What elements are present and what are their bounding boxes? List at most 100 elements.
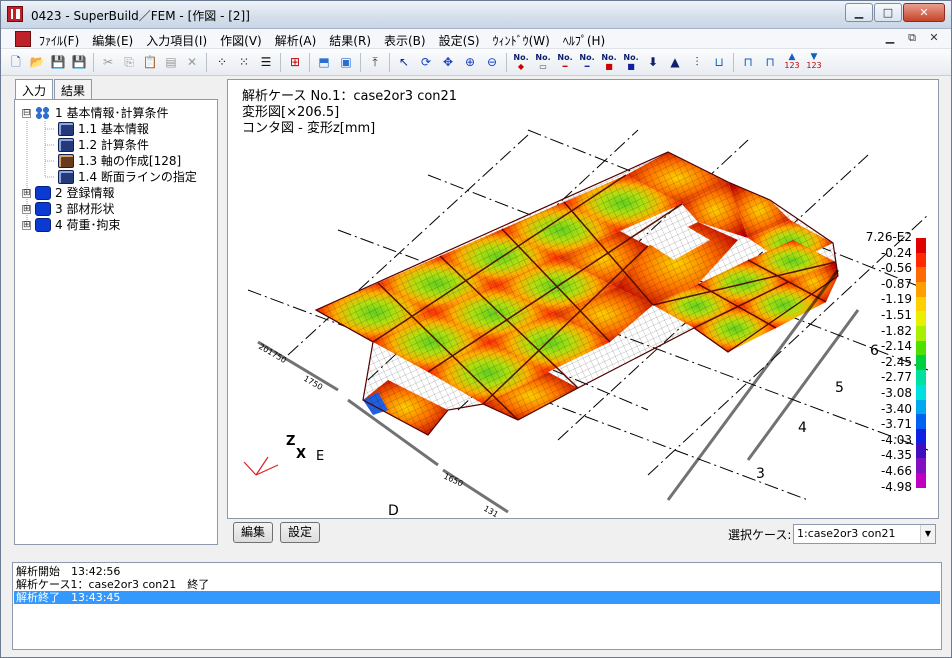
legend-value: 7.26-E2 — [865, 230, 912, 244]
layers-icon[interactable]: ☰ — [257, 53, 275, 71]
section-mark-icon: ■ — [605, 62, 613, 71]
axis-line-icon[interactable]: ⫶ — [688, 53, 706, 71]
new-file-icon[interactable]: 🗋 — [7, 53, 25, 71]
member-number-icon[interactable]: No. ━ — [556, 53, 574, 71]
toolbar-separator — [360, 53, 361, 72]
legend-value: -2.77 — [880, 370, 912, 385]
mdi-minimize-button[interactable]: ▁ — [881, 31, 899, 46]
maximize-button[interactable]: □ — [874, 3, 902, 22]
tab-results[interactable]: 結果 — [54, 79, 93, 99]
legend-value: -4.66 — [880, 464, 912, 478]
tree-panel: ⊟ 1 基本情報･計算条件 1.1 基本情報 1.2 計算条件 1.3 軸の作成… — [14, 99, 218, 545]
mdi-restore-button[interactable]: ⧉ — [903, 31, 921, 46]
box-view-icon[interactable]: ▣ — [337, 53, 355, 71]
menu-file[interactable]: ﾌｧｲﾙ(F) — [39, 32, 79, 49]
legend-swatch — [916, 384, 926, 400]
open-folder-icon[interactable]: 📂 — [28, 53, 46, 71]
paste-icon[interactable]: 📋 — [141, 53, 159, 71]
close-button[interactable]: ✕ — [903, 3, 945, 22]
menu-analysis[interactable]: 解析(A) — [275, 32, 317, 49]
dimension-right-icon[interactable]: ⊓ — [761, 53, 779, 71]
legend-swatch — [916, 370, 926, 386]
svg-text:3: 3 — [756, 466, 765, 482]
menu-input-items[interactable]: 入力項目(I) — [146, 32, 207, 49]
member-mark-icon: ━ — [562, 62, 568, 71]
paste-special-icon[interactable]: ▤ — [162, 53, 180, 71]
tree-node-registration[interactable]: ⊞ 2 登録情報 — [22, 185, 114, 201]
legend-value: -2.14 — [880, 339, 912, 354]
fit-view-icon[interactable]: ⤒ — [366, 53, 384, 71]
rotate-icon[interactable]: ⟳ — [417, 53, 435, 71]
menu-view[interactable]: 表示(B) — [384, 32, 426, 49]
node-number-icon[interactable]: No. ◆ — [512, 53, 530, 71]
tree-node-basic-info[interactable]: 1.1 基本情報 — [58, 121, 149, 137]
save-as-icon[interactable]: 💾 — [70, 53, 88, 71]
message-log[interactable]: 解析開始 13:42:56 解析ケース1：case2or3 con21 終了 解… — [12, 562, 942, 650]
pan-icon[interactable]: ✥ — [439, 53, 457, 71]
mdi-controls: ▁ ⧉ ✕ — [877, 31, 943, 46]
blue-block-icon — [35, 218, 51, 232]
delete-icon[interactable]: ✕ — [183, 53, 201, 71]
tree-node-label: 3 部材形状 — [55, 202, 115, 216]
legend-value: -1.51 — [880, 308, 912, 322]
toolbar-separator — [733, 53, 734, 72]
number-down-icon[interactable]: ▼ 123 — [805, 53, 823, 71]
menu-results[interactable]: 結果(R) — [329, 32, 371, 49]
app-icon[interactable] — [7, 6, 23, 22]
legend-swatch — [916, 267, 926, 283]
grid-large-icon[interactable]: ⁙ — [235, 53, 253, 71]
log-line-selected[interactable]: 解析終了 13:43:45 — [14, 591, 940, 604]
support-number-icon[interactable]: No. ■ — [622, 53, 640, 71]
tree-node-load-constraint[interactable]: ⊞ 4 荷重･拘束 — [22, 217, 120, 233]
expand-icon[interactable]: ⊞ — [22, 188, 31, 198]
zoom-out-icon[interactable]: ⊖ — [483, 53, 501, 71]
menu-draw[interactable]: 作図(V) — [220, 32, 262, 49]
zoom-in-icon[interactable]: ⊕ — [461, 53, 479, 71]
legend-value: -4.98 — [880, 479, 912, 494]
tree-node-section-lines[interactable]: 1.4 断面ラインの指定 — [58, 169, 197, 185]
element-mark-icon: ▭ — [539, 62, 547, 71]
tree-node-axis-creation[interactable]: 1.3 軸の作成[128] — [58, 153, 181, 169]
document-icon[interactable] — [15, 31, 31, 47]
tree-node-basic-conditions[interactable]: ⊟ 1 基本情報･計算条件 — [22, 105, 168, 121]
copy-icon[interactable]: ⎘ — [120, 53, 138, 71]
grid-small-icon[interactable]: ⁘ — [213, 53, 231, 71]
bracket-icon[interactable]: ⊔ — [710, 53, 728, 71]
constraint-triangle-icon[interactable]: ▲ — [666, 53, 684, 71]
svg-text:4: 4 — [798, 420, 807, 436]
save-icon[interactable]: 💾 — [49, 53, 67, 71]
select-pointer-icon[interactable]: ↖ — [395, 53, 413, 71]
dimension-left-icon[interactable]: ⊓ — [739, 53, 757, 71]
number-up-icon[interactable]: ▲ 123 — [783, 53, 801, 71]
menu-help[interactable]: ﾍﾙﾌﾟ(H) — [563, 32, 605, 49]
section-number-icon[interactable]: No. ■ — [600, 53, 618, 71]
collapse-icon[interactable]: ⊟ — [22, 108, 31, 118]
expand-icon[interactable]: ⊞ — [22, 220, 31, 230]
frame-grid-icon[interactable]: ⊞ — [286, 53, 304, 71]
line-number-icon[interactable]: No. ━ — [578, 53, 596, 71]
tab-input[interactable]: 入力 — [15, 79, 54, 100]
contour-type-text: コンタ図 - 変形z[mm] — [242, 121, 376, 136]
load-arrow-icon[interactable]: ⬇ — [644, 53, 662, 71]
tree-node-calc-conditions[interactable]: 1.2 計算条件 — [58, 137, 149, 153]
document-icon — [58, 170, 74, 184]
menu-edit[interactable]: 編集(E) — [92, 32, 133, 49]
menu-items: ﾌｧｲﾙ(F) 編集(E) 入力項目(I) 作図(V) 解析(A) 結果(R) … — [39, 32, 618, 49]
drawing-canvas[interactable]: 201750 1750 1650 131 D 3 4 5 6 Z X E 解析ケ… — [227, 79, 939, 519]
expand-icon[interactable]: ⊞ — [22, 204, 31, 214]
legend-swatch — [916, 399, 926, 415]
tree-node-member-shape[interactable]: ⊞ 3 部材形状 — [22, 201, 114, 217]
settings-button[interactable]: 設定 — [280, 522, 321, 543]
chevron-down-icon[interactable]: ▼ — [920, 525, 935, 543]
case-select[interactable]: 1:case2or3 con21 ▼ — [793, 524, 936, 544]
menu-settings[interactable]: 設定(S) — [439, 32, 480, 49]
svg-text:5: 5 — [835, 380, 844, 396]
legend-swatch — [916, 340, 926, 356]
element-number-icon[interactable]: No. ▭ — [534, 53, 552, 71]
edit-button[interactable]: 編集 — [233, 522, 274, 543]
mdi-close-button[interactable]: ✕ — [925, 31, 943, 46]
minimize-button[interactable]: ▁ — [845, 3, 873, 22]
cut-icon[interactable]: ✂ — [99, 53, 117, 71]
menu-window[interactable]: ｳｨﾝﾄﾞｳ(W) — [493, 32, 550, 49]
solid-view-icon[interactable]: ⬒ — [315, 53, 333, 71]
